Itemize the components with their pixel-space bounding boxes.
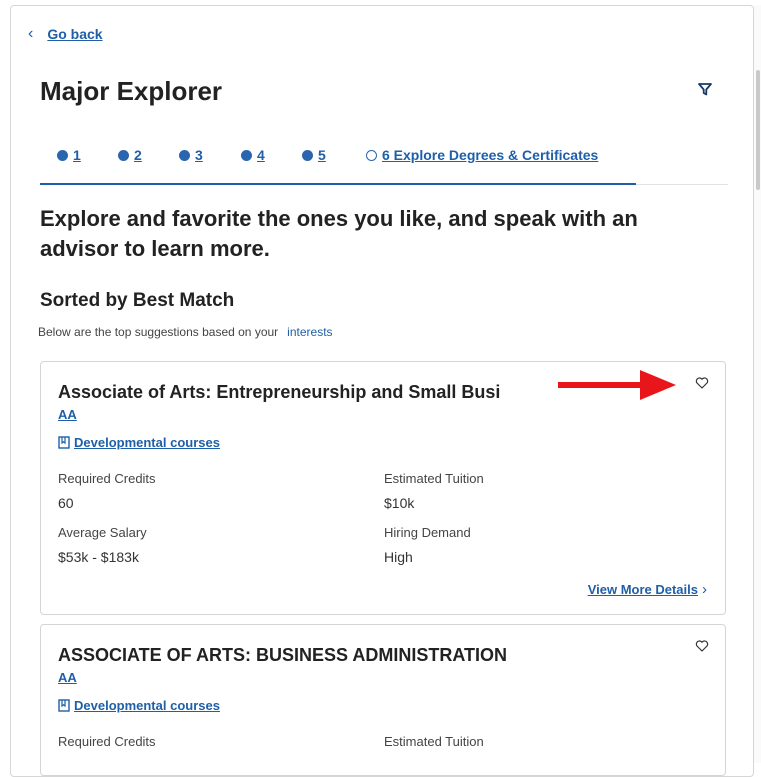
filter-icon[interactable] xyxy=(698,82,712,96)
step-3-link[interactable]: 3 xyxy=(179,147,203,163)
section-subtext: Below are the top suggestions based on y… xyxy=(38,325,333,339)
program-card: ASSOCIATE OF ARTS: BUSINESS ADMINISTRATI… xyxy=(40,624,726,776)
program-title: Associate of Arts: Entrepreneurship and … xyxy=(58,382,501,402)
scrollbar-thumb[interactable] xyxy=(756,70,760,190)
check-circle-icon xyxy=(241,149,252,161)
average-salary-label: Average Salary xyxy=(58,525,147,540)
section-heading: Sorted by Best Match xyxy=(40,290,235,311)
required-credits-value: 60 xyxy=(58,495,74,511)
go-back-link[interactable]: ‹ Go back xyxy=(28,25,103,43)
step-4-link[interactable]: 4 xyxy=(241,147,265,163)
check-circle-icon xyxy=(118,149,129,161)
step-label: 3 xyxy=(195,147,203,163)
degree-type-link[interactable]: AA xyxy=(58,407,77,422)
view-more-details-label: View More Details xyxy=(587,582,698,597)
bookmark-icon xyxy=(58,436,70,449)
page-title: Major Explorer xyxy=(40,76,223,106)
developmental-courses-link[interactable]: Developmental courses xyxy=(58,698,220,713)
bookmark-icon xyxy=(58,699,70,712)
program-title: ASSOCIATE OF ARTS: BUSINESS ADMINISTRATI… xyxy=(58,645,508,665)
step-1-link[interactable]: 1 xyxy=(57,147,81,163)
intro-text: Explore and favorite the ones you like, … xyxy=(40,206,638,261)
estimated-tuition-label: Estimated Tuition xyxy=(384,471,484,486)
check-circle-icon xyxy=(179,149,190,161)
heart-icon[interactable] xyxy=(695,376,709,390)
required-credits-label: Required Credits xyxy=(58,734,156,749)
empty-circle-icon xyxy=(366,149,377,161)
interests-link[interactable]: interests xyxy=(287,325,332,339)
step-2-link[interactable]: 2 xyxy=(118,147,142,163)
estimated-tuition-label: Estimated Tuition xyxy=(384,734,484,749)
average-salary-value: $53k - $183k xyxy=(58,549,139,565)
step-label: 4 xyxy=(257,147,265,163)
step-progress-bar: 1 2 3 4 5 6 Explore Degrees & Certificat… xyxy=(40,143,636,185)
heart-icon[interactable] xyxy=(695,639,709,653)
check-circle-icon xyxy=(57,149,68,161)
estimated-tuition-value: $10k xyxy=(384,495,415,511)
step-label: 1 xyxy=(73,147,81,163)
step-label: 6 Explore Degrees & Certificates xyxy=(382,147,599,163)
step-label: 5 xyxy=(318,147,326,163)
go-back-label[interactable]: Go back xyxy=(47,26,102,42)
developmental-courses-label: Developmental courses xyxy=(74,435,220,450)
degree-type-link[interactable]: AA xyxy=(58,670,77,685)
chevron-right-icon: › xyxy=(702,581,707,598)
annotation-arrow-icon xyxy=(558,370,676,400)
chevron-left-icon: ‹ xyxy=(28,25,34,42)
view-more-details-link[interactable]: View More Details › xyxy=(588,581,707,598)
step-6-link[interactable]: 6 Explore Degrees & Certificates xyxy=(366,147,598,163)
hiring-demand-value: High xyxy=(384,549,413,565)
hiring-demand-label: Hiring Demand xyxy=(384,525,471,540)
check-circle-icon xyxy=(302,149,313,161)
developmental-courses-label: Developmental courses xyxy=(74,698,220,713)
developmental-courses-link[interactable]: Developmental courses xyxy=(58,435,220,450)
steps-divider xyxy=(636,184,728,185)
step-5-link[interactable]: 5 xyxy=(302,147,326,163)
subtext-label: Below are the top suggestions based on y… xyxy=(38,325,279,339)
step-label: 2 xyxy=(134,147,142,163)
required-credits-label: Required Credits xyxy=(58,471,156,486)
